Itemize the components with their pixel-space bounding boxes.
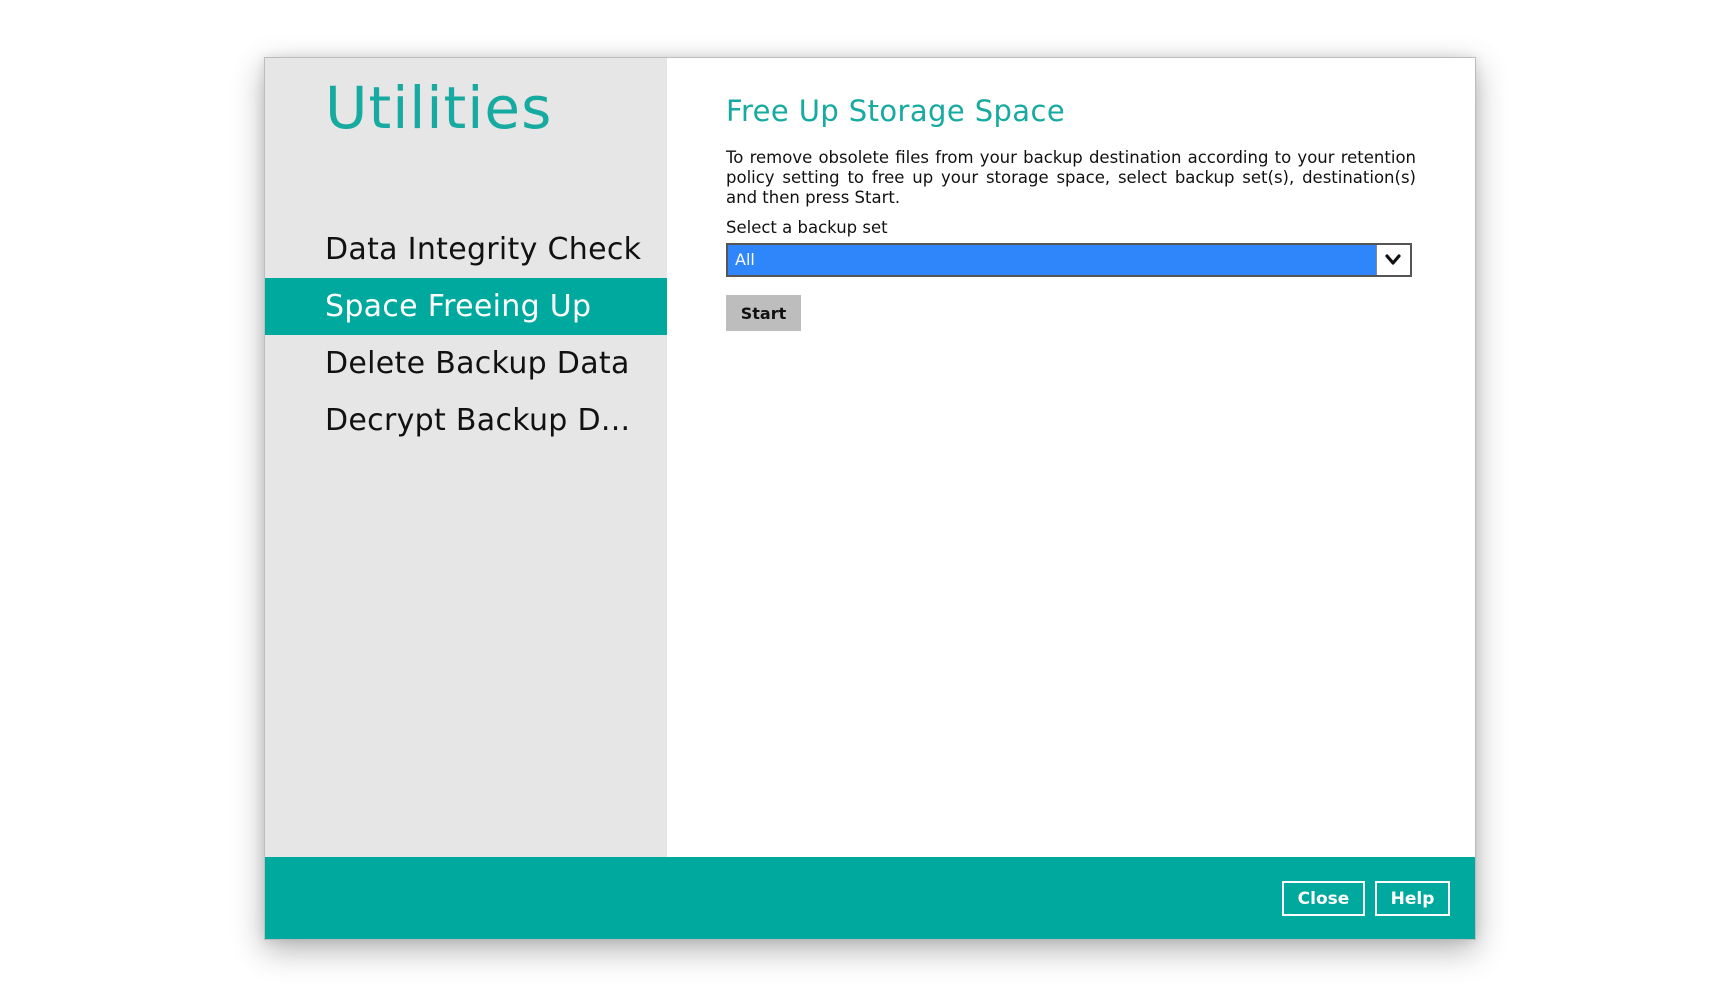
footer-bar: Close Help: [265, 857, 1475, 939]
backup-set-select[interactable]: All: [726, 243, 1412, 277]
utilities-window: Utilities Data Integrity Check Space Fre…: [264, 57, 1476, 940]
description-text: To remove obsolete files from your backu…: [726, 148, 1416, 207]
sidebar-item-delete-backup-data[interactable]: Delete Backup Data: [265, 335, 667, 392]
close-button[interactable]: Close: [1282, 881, 1365, 916]
main-panel: Free Up Storage Space To remove obsolete…: [667, 58, 1475, 857]
dropdown-toggle[interactable]: [1376, 245, 1410, 275]
sidebar-item-space-freeing-up[interactable]: Space Freeing Up: [265, 278, 667, 335]
sidebar-item-decrypt-backup-data[interactable]: Decrypt Backup D...: [265, 392, 667, 449]
backup-set-selected-value[interactable]: All: [728, 245, 1376, 275]
sidebar: Utilities Data Integrity Check Space Fre…: [265, 58, 667, 857]
backup-set-label: Select a backup set: [726, 218, 888, 237]
chevron-down-icon: [1385, 254, 1401, 265]
page-title: Free Up Storage Space: [726, 94, 1066, 128]
start-button[interactable]: Start: [726, 295, 801, 331]
sidebar-nav: Data Integrity Check Space Freeing Up De…: [265, 221, 667, 449]
help-button[interactable]: Help: [1375, 881, 1450, 916]
sidebar-title: Utilities: [325, 74, 553, 142]
sidebar-item-data-integrity-check[interactable]: Data Integrity Check: [265, 221, 667, 278]
